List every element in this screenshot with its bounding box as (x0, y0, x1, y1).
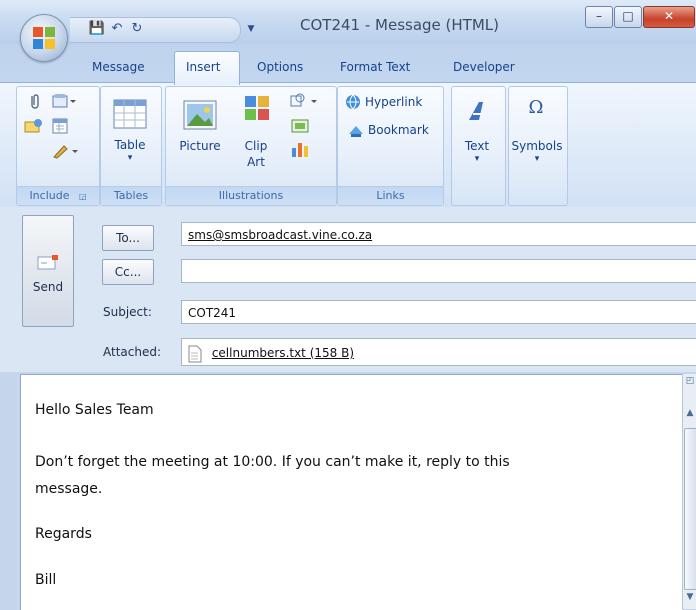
body-line-1: Don’t forget the meeting at 10:00. If yo… (35, 454, 510, 470)
subject-label: Subject: (103, 305, 152, 319)
bookmark-button[interactable]: Bookmark (368, 123, 429, 137)
subject-field[interactable]: COT241 (181, 300, 696, 324)
to-button[interactable]: To... (102, 225, 154, 251)
clip-art-label-2[interactable]: Art (238, 155, 274, 169)
clip-art-label-1[interactable]: Clip (238, 139, 274, 153)
calendar-icon[interactable] (52, 118, 68, 134)
dialog-launcher-icon[interactable]: ◲ (79, 192, 87, 201)
save-icon[interactable]: 💾 (88, 20, 106, 38)
illustrations-group-label: Illustrations (166, 186, 336, 205)
text-button-label[interactable]: Text (455, 139, 499, 153)
redo-icon[interactable]: ↻ (128, 20, 146, 38)
close-button[interactable]: ✕ (643, 6, 695, 28)
attach-file-icon[interactable] (28, 93, 42, 109)
hyperlink-icon (346, 94, 360, 110)
body-regards: Regards (35, 526, 92, 542)
hyperlink-button[interactable]: Hyperlink (365, 95, 422, 109)
office-button[interactable] (20, 14, 68, 62)
tab-insert[interactable]: Insert (186, 60, 220, 74)
maximize-button[interactable]: □ (614, 6, 642, 28)
picture-button-label[interactable]: Picture (176, 139, 224, 153)
ruler-toggle-icon[interactable]: ◰ (684, 376, 696, 390)
body-greeting: Hello Sales Team (35, 402, 154, 418)
links-group-label: Links (338, 186, 443, 205)
office-logo-icon (33, 27, 55, 49)
text-icon[interactable] (465, 100, 487, 122)
scroll-up-icon[interactable]: ▲ (684, 408, 696, 420)
to-field[interactable]: sms@smsbroadcast.vine.co.za (181, 222, 696, 246)
signature-icon[interactable] (52, 143, 80, 159)
shapes-icon[interactable] (289, 93, 321, 109)
scroll-thumb[interactable] (684, 428, 696, 590)
tables-group-label: Tables (101, 186, 161, 205)
minimize-button[interactable]: – (585, 6, 613, 28)
smartart-icon[interactable] (291, 118, 309, 134)
omega-symbol-icon[interactable]: Ω (521, 97, 551, 123)
send-label: Send (32, 280, 64, 294)
attachment-field: cellnumbers.txt (158 B) (181, 338, 696, 366)
symbols-button-label[interactable]: Symbols (510, 139, 564, 153)
tab-message[interactable]: Message (92, 60, 145, 74)
tab-options[interactable]: Options (257, 60, 303, 74)
table-icon[interactable] (113, 99, 147, 129)
text-file-icon (188, 345, 202, 362)
tab-developer[interactable]: Developer (453, 60, 515, 74)
chart-icon[interactable] (291, 140, 309, 158)
table-dropdown-icon[interactable]: ▾ (108, 153, 152, 163)
picture-icon[interactable] (183, 100, 217, 130)
to-recipient[interactable]: sms@smsbroadcast.vine.co.za (188, 228, 372, 242)
body-signature: Bill (35, 572, 57, 588)
cc-button[interactable]: Cc... (102, 259, 154, 285)
cc-field[interactable] (181, 259, 696, 283)
table-button-label[interactable]: Table (108, 138, 152, 152)
include-group-label: Include ◲ (17, 186, 99, 205)
bookmark-icon (349, 126, 363, 137)
symbols-dropdown-icon[interactable]: ▾ (510, 154, 564, 164)
undo-icon[interactable]: ↶ (108, 20, 126, 38)
attach-item-icon[interactable] (52, 93, 76, 109)
body-line-2: message. (35, 481, 103, 497)
customize-toolbar-icon[interactable]: ▼ (242, 20, 260, 38)
text-dropdown-icon[interactable]: ▾ (455, 154, 499, 164)
send-button[interactable]: Send (22, 215, 74, 327)
tab-format-text[interactable]: Format Text (340, 60, 410, 74)
scroll-down-icon[interactable]: ▼ (684, 592, 696, 604)
send-envelope-icon (37, 255, 58, 270)
business-card-icon[interactable] (24, 118, 44, 134)
clip-art-icon[interactable] (244, 95, 270, 121)
window-title: COT241 - Message (HTML) (300, 16, 499, 34)
attached-label: Attached: (103, 345, 162, 359)
attachment-link[interactable]: cellnumbers.txt (158 B) (212, 346, 354, 360)
